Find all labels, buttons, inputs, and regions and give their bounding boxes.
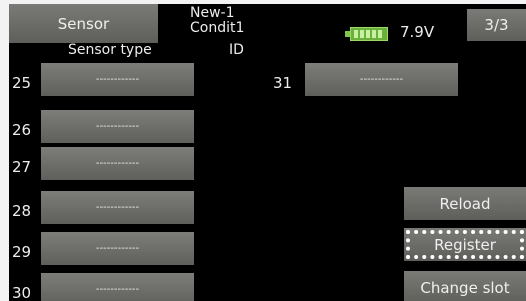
slot-number: 31 [273, 74, 293, 92]
column-header-sensor-type: Sensor type [68, 42, 152, 58]
slot-27-button[interactable]: ------------ [41, 147, 194, 180]
register-label: Register [434, 235, 496, 254]
slot-30-button[interactable]: ------------ [41, 273, 194, 301]
condition-name: Condit1 [190, 20, 245, 36]
battery-voltage: 7.9V [400, 23, 435, 41]
page-indicator-button[interactable]: 3/3 [467, 9, 526, 41]
slot-number: 25 [12, 74, 32, 92]
column-header-id: ID [229, 42, 244, 58]
change-slot-button[interactable]: Change slot [404, 271, 526, 301]
slot-number: 30 [12, 284, 32, 301]
slot-25-button[interactable]: ------------ [41, 63, 194, 96]
slot-number: 28 [12, 202, 32, 220]
slot-number: 27 [12, 158, 32, 176]
slot-26-button[interactable]: ------------ [41, 110, 194, 143]
sensor-screen: Sensor New-1 Condit1 7.9V 3/3 Sensor typ… [9, 4, 526, 301]
slot-number: 26 [12, 121, 32, 139]
sensor-title-button[interactable]: Sensor [9, 4, 158, 43]
register-button[interactable]: Register [404, 228, 526, 261]
reload-button[interactable]: Reload [404, 187, 526, 220]
slot-29-button[interactable]: ------------ [41, 232, 194, 265]
slot-31-button[interactable]: ------------ [305, 63, 458, 96]
slot-28-button[interactable]: ------------ [41, 191, 194, 224]
model-name: New-1 [190, 5, 235, 21]
slot-number: 29 [12, 243, 32, 261]
battery-icon [345, 27, 389, 41]
